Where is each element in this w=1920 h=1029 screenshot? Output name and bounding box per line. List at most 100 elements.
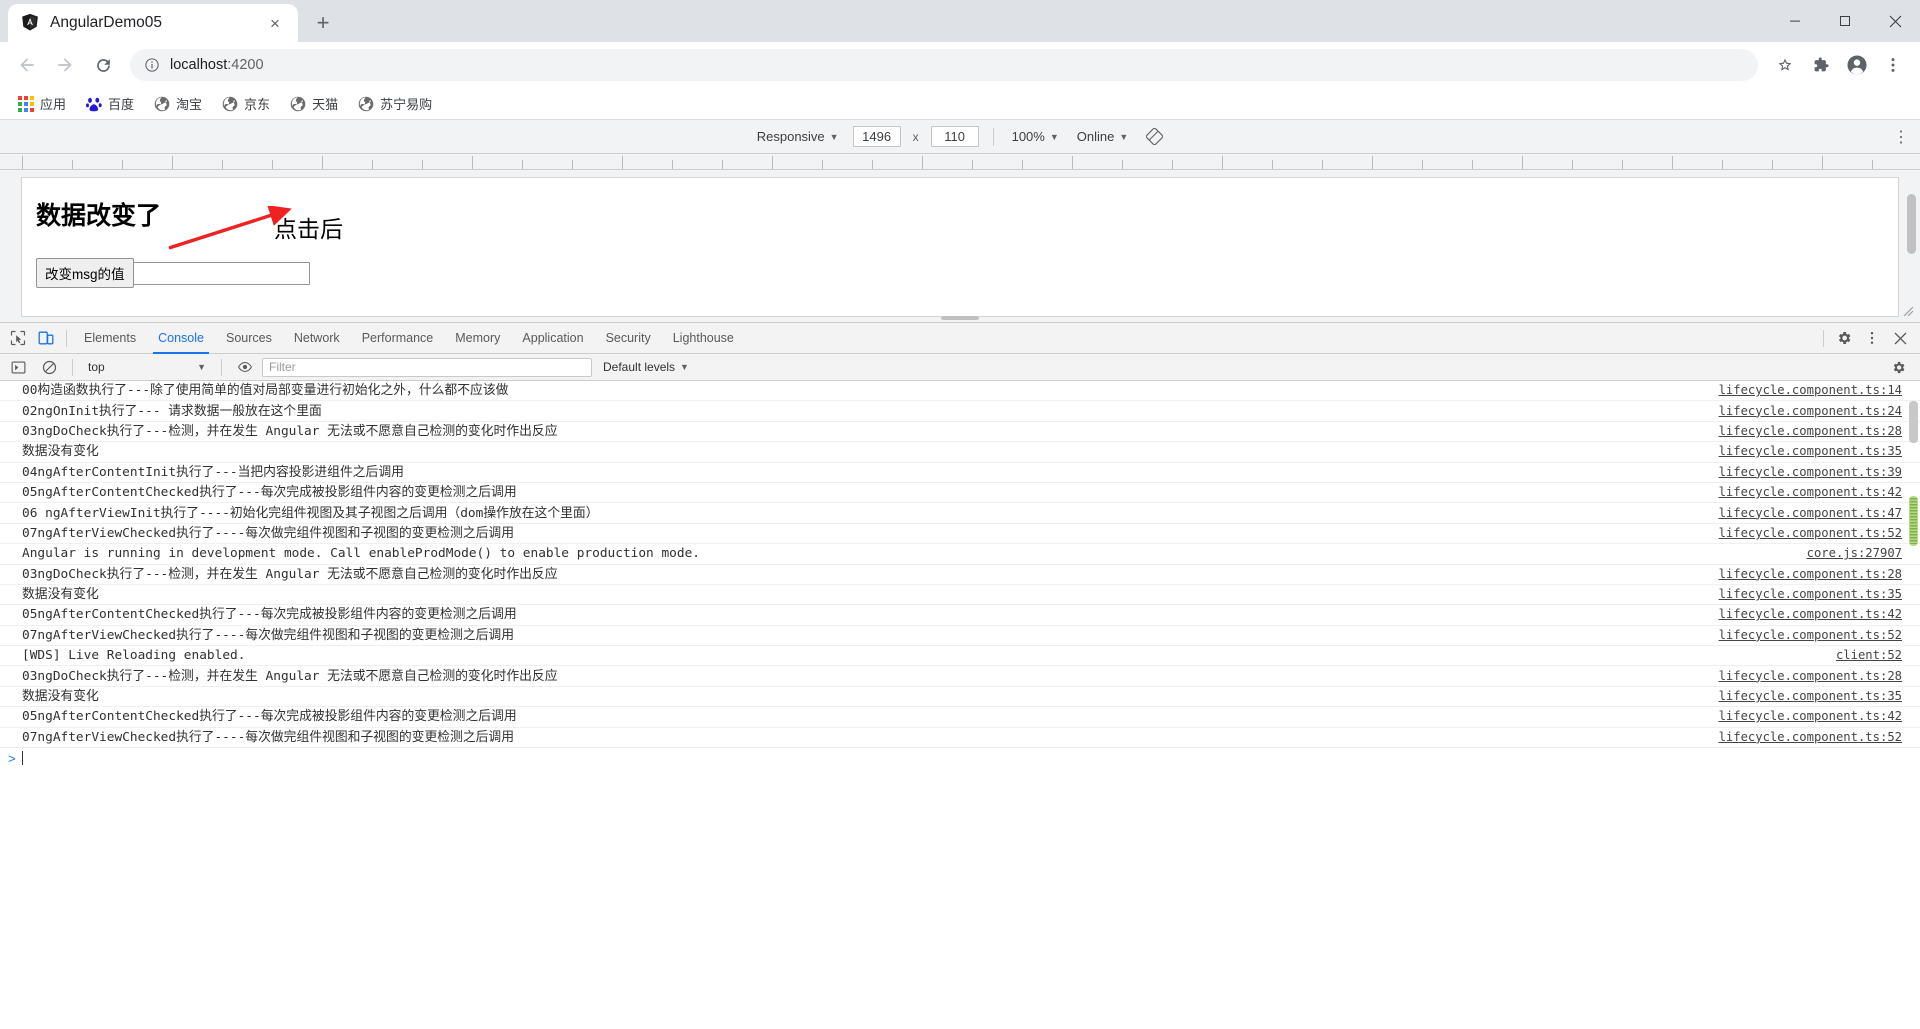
console-log-source-link[interactable]: lifecycle.component.ts:35 [1719,688,1920,705]
viewport-height-input[interactable]: 110 [930,126,979,147]
console-log-row: 07ngAfterViewChecked执行了----每次做完组件视图和子视图的… [0,728,1920,749]
execute-sidebar-icon[interactable] [4,354,32,380]
bookmark-label: 苏宁易购 [380,97,433,112]
bookmark-apps[interactable]: 应用 [10,90,74,117]
address-bar[interactable]: localhost:4200 [130,49,1758,81]
console-log-text: 数据没有变化 [22,689,99,705]
tab-network[interactable]: Network [283,323,351,354]
tab-console[interactable]: Console [147,323,215,354]
console-log-row: 04ngAfterContentInit执行了---当把内容投影进组件之后调用 l… [0,463,1920,483]
console-log-source-link[interactable]: lifecycle.component.ts:47 [1719,505,1920,522]
console-log-source-link[interactable]: lifecycle.component.ts:42 [1719,484,1920,501]
profile-avatar-icon[interactable] [1840,48,1874,82]
console-prompt[interactable]: > [0,748,1920,768]
baidu-icon [86,96,102,112]
console-log-row: 05ngAfterContentChecked执行了---每次完成被投影组件内容… [0,483,1920,504]
viewport-resize-handle-corner[interactable] [1903,306,1914,320]
tab-performance[interactable]: Performance [351,323,445,354]
back-icon[interactable] [10,48,44,82]
console-log-source-link[interactable]: lifecycle.component.ts:28 [1719,668,1920,685]
console-settings-gear-icon[interactable] [1884,354,1912,380]
window-controls [1770,0,1920,42]
console-scrollbar[interactable] [1909,496,1918,546]
console-log-source-link[interactable]: lifecycle.component.ts:35 [1719,443,1920,460]
close-window-button[interactable] [1870,0,1920,42]
console-scrollbar-secondary[interactable] [1909,401,1918,443]
change-msg-button[interactable]: 改变msg的值 [36,258,134,288]
bookmark-star-icon[interactable] [1768,48,1802,82]
tab-sources[interactable]: Sources [215,323,283,354]
tab-memory[interactable]: Memory [444,323,511,354]
tab-application[interactable]: Application [511,323,594,354]
console-levels-select[interactable]: Default levels ▼ [595,360,697,374]
device-select-value: Responsive [756,129,825,144]
extensions-icon[interactable] [1804,48,1838,82]
console-messages[interactable]: 00构造函数执行了---除了使用简单的值对局部变量进行初始化之外，什么都不应该做… [0,381,1920,1029]
throttling-select[interactable]: Online ▼ [1073,127,1133,146]
console-log-source-link[interactable]: core.js:27907 [1807,545,1920,562]
forward-icon[interactable] [48,48,82,82]
chrome-menu-icon[interactable] [1876,48,1910,82]
console-context-select[interactable]: top ▼ [82,357,212,377]
browser-window: AngularDemo05 × + localhost:4200 应用 百度 淘… [0,0,1920,1029]
bookmark-tmall[interactable]: 天猫 [282,90,346,117]
maximize-button[interactable] [1820,0,1870,42]
devtools-tab-actions [1817,325,1920,351]
bookmark-taobao[interactable]: 淘宝 [146,90,210,117]
device-toolbar-menu-icon[interactable]: ⋮ [1893,127,1910,147]
toolbar-actions [1768,48,1910,82]
bookmark-label: 天猫 [312,97,339,112]
close-icon[interactable]: × [264,12,286,34]
prompt-cursor [21,751,23,766]
tab-lighthouse[interactable]: Lighthouse [662,323,745,354]
page-scrollbar[interactable] [1907,194,1916,254]
form-row: 改变msg的值 [36,258,1884,288]
tab-security[interactable]: Security [595,323,662,354]
globe-icon [290,96,306,112]
console-log-source-link[interactable]: lifecycle.component.ts:28 [1719,423,1920,440]
console-log-text: 07ngAfterViewChecked执行了----每次做完组件视图和子视图的… [22,525,515,541]
console-log-source-link[interactable]: lifecycle.component.ts:52 [1719,627,1920,644]
throttling-value: Online [1076,129,1115,144]
devtools-tab-bar: Elements Console Sources Network Perform… [0,323,1920,354]
console-log-source-link[interactable]: lifecycle.component.ts:52 [1719,525,1920,542]
console-log-source-link[interactable]: lifecycle.component.ts:14 [1719,382,1920,399]
viewport-ruler [0,154,1920,170]
console-log-source-link[interactable]: lifecycle.component.ts:35 [1719,586,1920,603]
tab-title: AngularDemo05 [50,14,163,31]
new-tab-button[interactable]: + [306,6,340,40]
device-toolbar-toggle-icon[interactable] [32,325,60,351]
console-log-source-link[interactable]: lifecycle.component.ts:52 [1719,729,1920,746]
console-log-source-link[interactable]: lifecycle.component.ts:28 [1719,566,1920,583]
close-devtools-icon[interactable] [1886,325,1914,351]
console-log-source-link[interactable]: client:52 [1836,647,1920,664]
divider [992,127,994,146]
console-log-source-link[interactable]: lifecycle.component.ts:42 [1719,708,1920,725]
viewport-resize-handle-bottom[interactable] [941,316,979,320]
tab-elements[interactable]: Elements [73,323,147,354]
console-log-source-link[interactable]: lifecycle.component.ts:24 [1719,403,1920,420]
bookmark-jd[interactable]: 京东 [214,90,278,117]
clear-console-icon[interactable] [35,354,63,380]
console-context-value: top [88,360,105,374]
live-expression-icon[interactable] [231,354,259,380]
zoom-select[interactable]: 100% ▼ [1008,127,1063,146]
rotate-button[interactable] [1142,126,1167,147]
console-filter-input[interactable]: Filter [262,357,592,377]
viewport-width-input[interactable]: 1496 [852,126,901,147]
inspect-element-icon[interactable] [4,325,32,351]
dimension-separator: x [912,129,919,144]
browser-tab[interactable]: AngularDemo05 × [8,4,298,42]
console-log-source-link[interactable]: lifecycle.component.ts:39 [1719,464,1920,481]
bookmark-suning[interactable]: 苏宁易购 [350,90,440,117]
device-select[interactable]: Responsive ▼ [753,127,843,146]
minimize-button[interactable] [1770,0,1820,42]
chevron-down-icon: ▼ [1049,131,1059,142]
devtools-more-icon[interactable] [1858,325,1886,351]
msg-input[interactable] [129,261,310,285]
bookmark-baidu[interactable]: 百度 [78,90,142,117]
console-log-source-link[interactable]: lifecycle.component.ts:42 [1719,606,1920,623]
reload-icon[interactable] [86,48,120,82]
site-info-icon[interactable] [144,57,160,73]
gear-icon[interactable] [1830,325,1858,351]
